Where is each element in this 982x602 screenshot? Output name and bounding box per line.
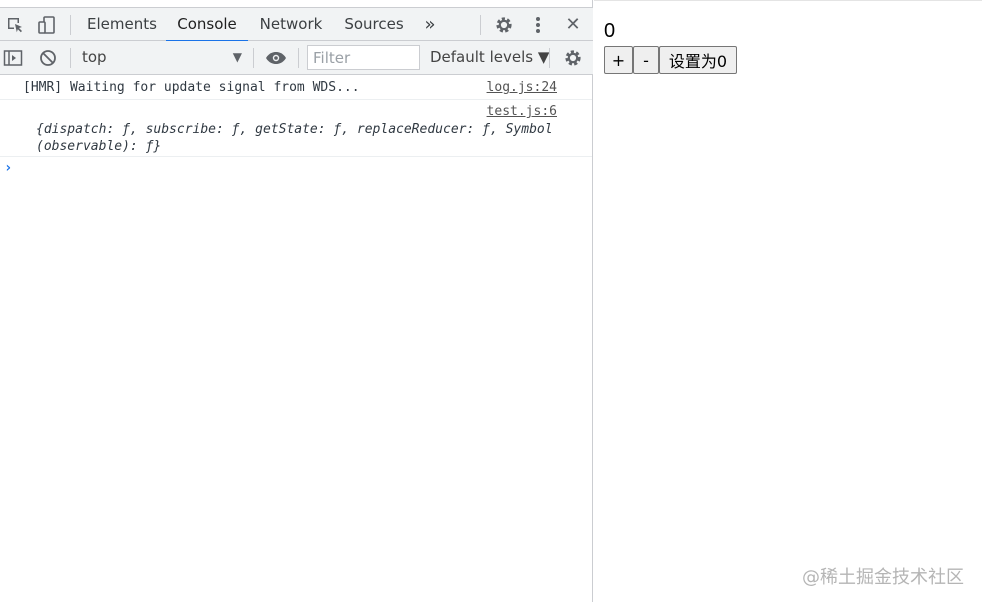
context-select-value: top bbox=[82, 48, 107, 66]
increment-button[interactable]: + bbox=[604, 46, 633, 74]
console-message-source-link[interactable]: test.js:6 bbox=[487, 104, 557, 119]
console-message: [HMR] Waiting for update signal from WDS… bbox=[0, 76, 592, 100]
settings-icon[interactable] bbox=[492, 8, 516, 41]
sidebar-toggle-icon[interactable] bbox=[2, 41, 24, 74]
tabbar-separator bbox=[70, 15, 71, 35]
inspect-element-icon[interactable] bbox=[4, 8, 26, 41]
app-page: 0 + - 设置为0 @稀土掘金技术社区 bbox=[594, 0, 982, 602]
log-levels-dropdown[interactable]: Default levels ▼ bbox=[430, 41, 549, 74]
console-message-source-link[interactable]: log.js:24 bbox=[487, 80, 557, 95]
filterbar-separator bbox=[298, 48, 299, 68]
tab-elements[interactable]: Elements bbox=[82, 8, 162, 41]
decrement-button[interactable]: - bbox=[633, 46, 659, 74]
more-tabs-icon[interactable]: » bbox=[418, 8, 442, 41]
counter-value: 0 bbox=[604, 20, 616, 42]
more-options-icon[interactable] bbox=[528, 8, 548, 41]
tab-sources[interactable]: Sources bbox=[337, 8, 411, 41]
console-prompt-icon[interactable]: › bbox=[4, 160, 12, 176]
tab-console[interactable]: Console bbox=[166, 8, 248, 42]
console-filterbar: top ▼ Default levels ▼ bbox=[0, 41, 593, 75]
devtools-panel: Elements Console Network Sources » ✕ top… bbox=[0, 0, 593, 602]
chevron-down-icon: ▼ bbox=[232, 50, 242, 64]
watermark: @稀土掘金技术社区 bbox=[802, 567, 964, 588]
live-expression-eye-icon[interactable] bbox=[264, 41, 288, 74]
filterbar-separator bbox=[70, 48, 71, 68]
close-icon[interactable]: ✕ bbox=[561, 8, 585, 41]
console-object-preview[interactable]: {dispatch: ƒ, subscribe: ƒ, getState: ƒ,… bbox=[36, 121, 566, 155]
console-messages: [HMR] Waiting for update signal from WDS… bbox=[0, 76, 592, 176]
filter-input[interactable] bbox=[307, 45, 420, 70]
devtools-tabbar: Elements Console Network Sources » ✕ bbox=[0, 7, 593, 42]
filterbar-separator bbox=[253, 48, 254, 68]
context-select[interactable]: top ▼ bbox=[72, 41, 248, 74]
device-toolbar-icon[interactable] bbox=[36, 8, 58, 41]
filterbar-separator bbox=[549, 48, 550, 68]
clear-console-icon[interactable] bbox=[37, 41, 59, 74]
tab-network[interactable]: Network bbox=[253, 8, 329, 41]
console-settings-icon[interactable] bbox=[561, 41, 585, 74]
reset-button[interactable]: 设置为0 bbox=[659, 46, 737, 74]
tabbar-separator bbox=[480, 15, 481, 35]
console-message-text: [HMR] Waiting for update signal from WDS… bbox=[23, 80, 360, 95]
console-message: test.js:6 ▶ {dispatch: ƒ, subscribe: ƒ, … bbox=[0, 100, 592, 157]
